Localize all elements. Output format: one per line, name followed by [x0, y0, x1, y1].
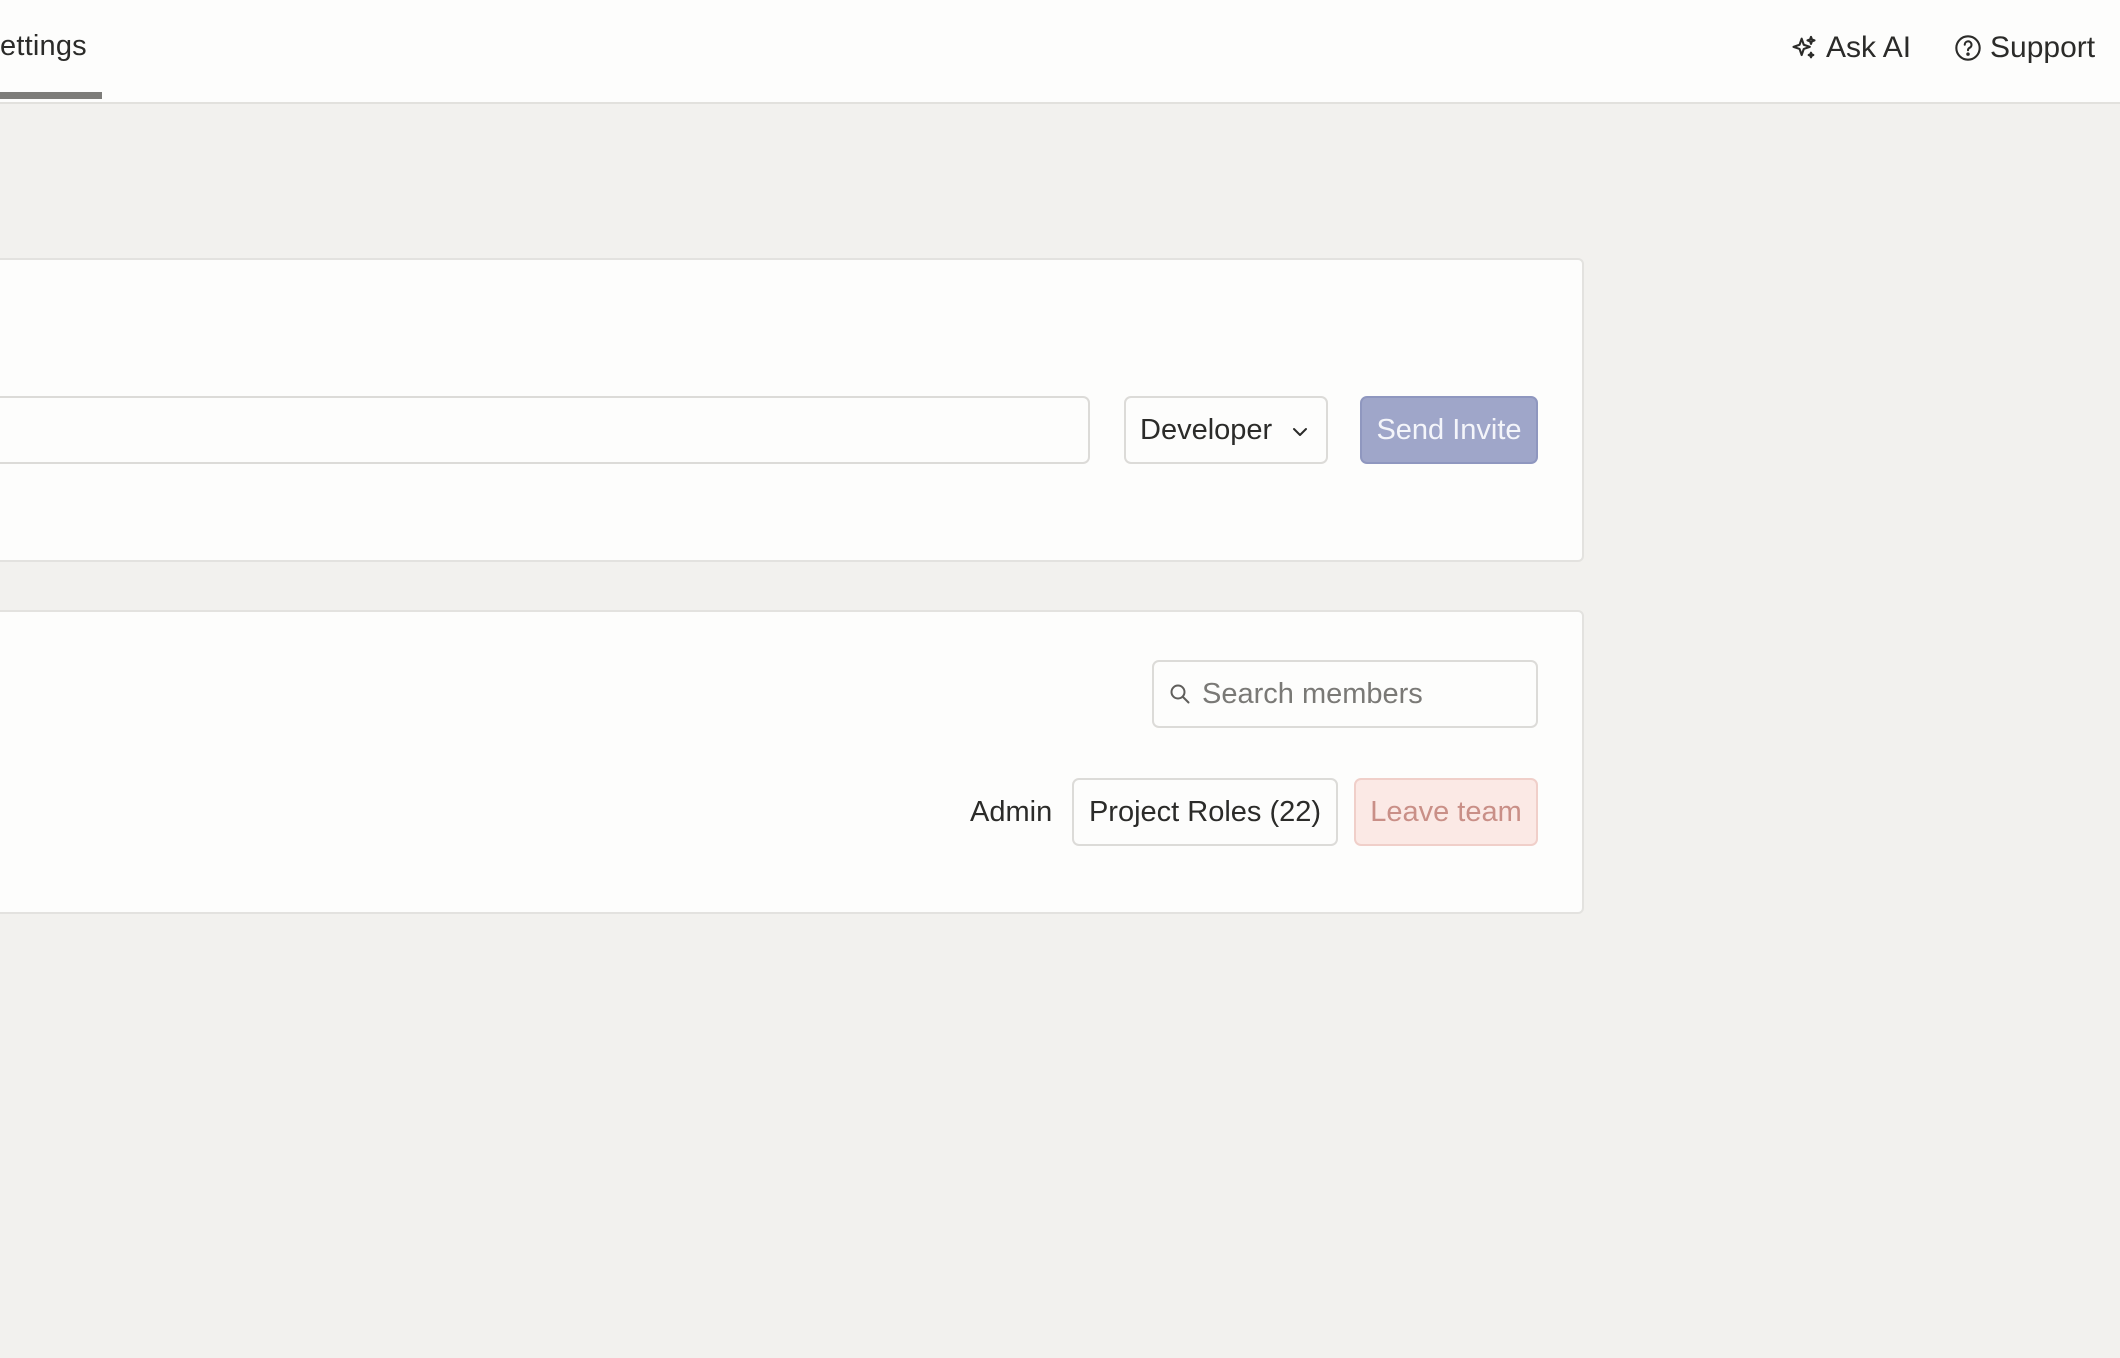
chevron-down-icon: [1293, 428, 1307, 436]
team-members-card: Admin Project Roles (22) Leave team: [0, 610, 1584, 914]
tab-settings-label: ettings: [0, 30, 87, 62]
ask-ai-button[interactable]: Ask AI: [1790, 28, 1911, 68]
top-nav-bar: ettings Ask AI Support: [0, 0, 2120, 104]
tab-settings[interactable]: ettings: [0, 0, 102, 100]
invite-role-select[interactable]: Developer: [1124, 396, 1328, 464]
invite-role-value: Developer: [1140, 413, 1273, 446]
leave-team-button[interactable]: Leave team: [1354, 778, 1538, 846]
help-circle-icon: [1955, 35, 1981, 61]
support-button[interactable]: Support: [1954, 28, 2095, 68]
invite-member-card: Developer Send Invite: [0, 258, 1584, 562]
sparkle-icon: [1792, 35, 1816, 59]
active-tab-indicator: [0, 92, 102, 99]
search-icon: [1170, 684, 1190, 704]
support-label: Support: [1990, 31, 2096, 64]
member-search-box[interactable]: [1152, 660, 1538, 728]
project-roles-button[interactable]: Project Roles (22): [1072, 778, 1338, 846]
invite-email-input[interactable]: [0, 396, 1090, 464]
ask-ai-label: Ask AI: [1826, 31, 1912, 64]
member-search-input[interactable]: [1202, 677, 1502, 711]
send-invite-button[interactable]: Send Invite: [1360, 396, 1538, 464]
member-role-text: Admin: [970, 795, 1053, 828]
